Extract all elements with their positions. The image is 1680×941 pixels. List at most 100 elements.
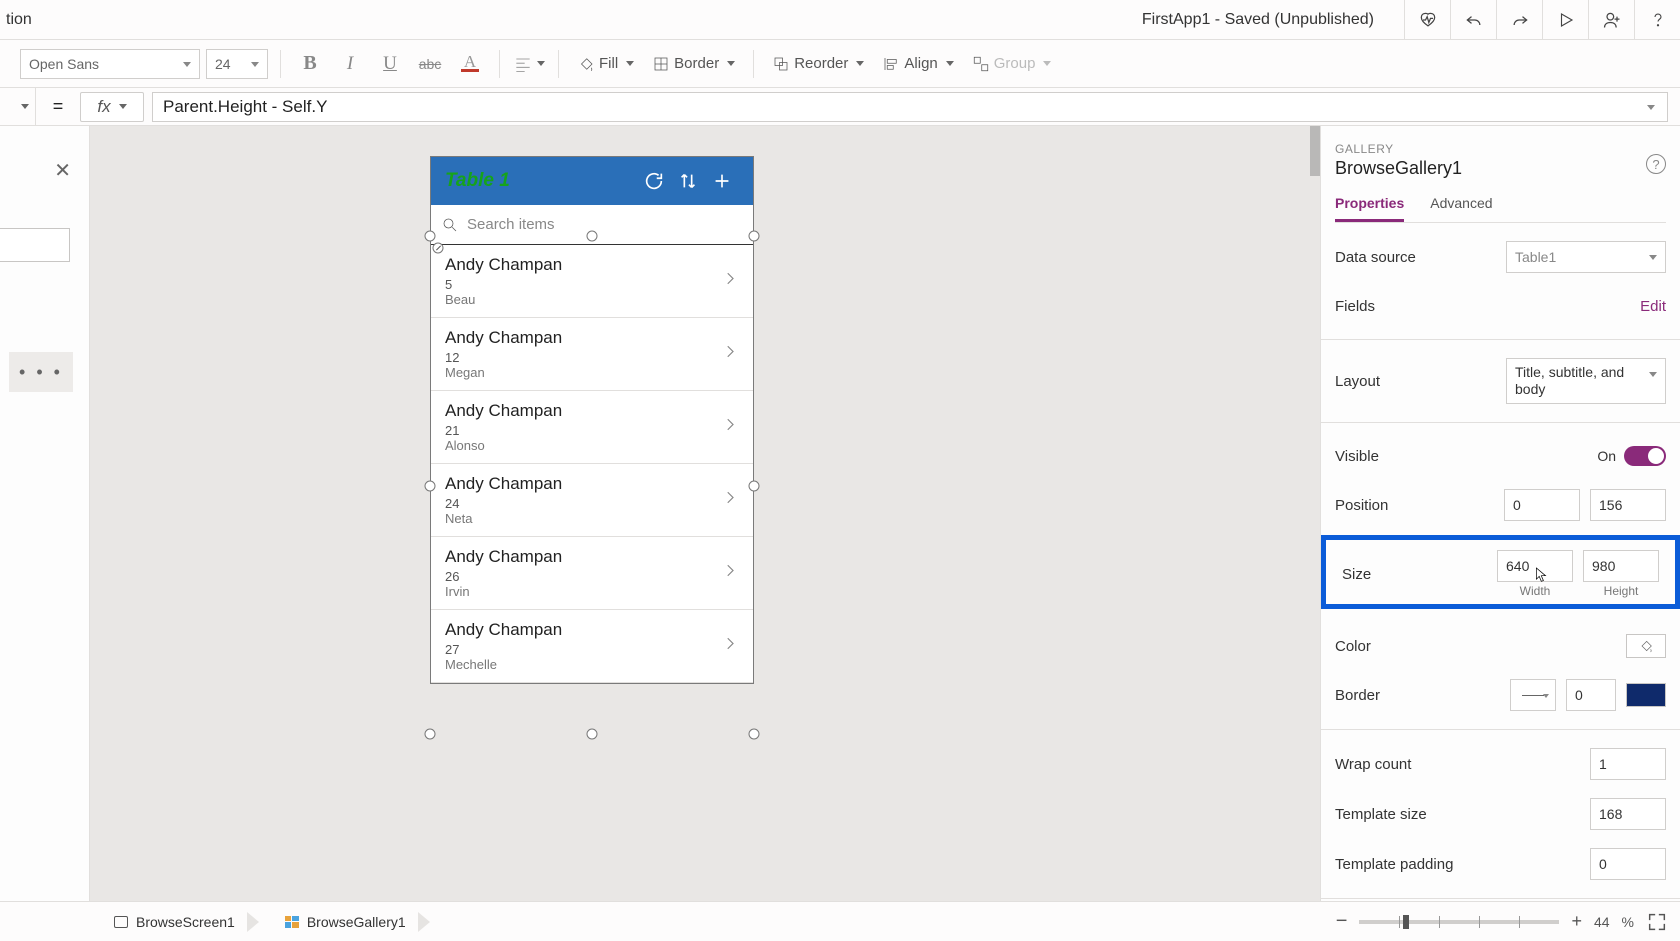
group-dropdown[interactable]: Group (966, 55, 1058, 73)
template-padding-input[interactable] (1590, 848, 1666, 880)
strikethrough-button[interactable]: abc (413, 47, 447, 81)
position-x-input[interactable] (1504, 489, 1580, 521)
list-item-body: Mechelle (445, 657, 739, 672)
help-icon[interactable] (1634, 0, 1680, 40)
data-source-value: Table1 (1515, 249, 1556, 265)
zoom-slider[interactable] (1359, 920, 1559, 924)
chevron-right-icon[interactable] (721, 635, 739, 658)
add-icon[interactable] (705, 164, 739, 198)
formula-bar: = fx Parent.Height - Self.Y (0, 88, 1680, 126)
formula-input[interactable]: Parent.Height - Self.Y (152, 92, 1668, 122)
equals-label: = (36, 96, 80, 117)
visible-toggle[interactable] (1624, 446, 1666, 466)
list-item-subtitle: 27 (445, 642, 739, 657)
play-icon[interactable] (1542, 0, 1588, 40)
tab-advanced[interactable]: Advanced (1430, 195, 1492, 222)
border-style-select[interactable] (1510, 679, 1556, 711)
reorder-label: Reorder (794, 55, 848, 72)
chevron-right-icon[interactable] (721, 562, 739, 585)
selection-handle[interactable] (425, 231, 436, 242)
redo-icon[interactable] (1496, 0, 1542, 40)
chevron-right-icon[interactable] (721, 270, 739, 293)
selection-handle[interactable] (425, 481, 436, 492)
font-color-button[interactable]: A (453, 47, 487, 81)
font-size-select[interactable]: 24 (206, 49, 268, 79)
more-options-button[interactable]: • • • (9, 352, 73, 392)
list-item[interactable]: Andy Champan12Megan (431, 318, 753, 391)
underline-button[interactable]: U (373, 47, 407, 81)
width-input[interactable] (1497, 550, 1573, 582)
control-category: GALLERY (1335, 142, 1666, 156)
list-item[interactable]: Andy Champan5Beau (431, 245, 753, 318)
position-y-input[interactable] (1590, 489, 1666, 521)
list-item-body: Beau (445, 292, 739, 307)
help-icon[interactable]: ? (1646, 154, 1666, 174)
breadcrumb-screen[interactable]: BrowseScreen1 (100, 908, 249, 936)
color-label: Color (1335, 638, 1626, 655)
wrap-count-input[interactable] (1590, 748, 1666, 780)
border-width-input[interactable] (1566, 679, 1616, 711)
refresh-icon[interactable] (637, 164, 671, 198)
list-item-subtitle: 24 (445, 496, 739, 511)
tree-search-input[interactable] (0, 228, 70, 262)
zoom-unit: % (1622, 914, 1634, 930)
template-padding-label: Template padding (1335, 856, 1590, 873)
chevron-right-icon[interactable] (721, 416, 739, 439)
visible-label: Visible (1335, 448, 1597, 465)
design-canvas[interactable]: Table 1 Search items Andy Champan5BeauAn… (90, 126, 1320, 901)
zoom-in-button[interactable]: + (1571, 911, 1582, 932)
template-size-input[interactable] (1590, 798, 1666, 830)
undo-icon[interactable] (1450, 0, 1496, 40)
selection-handle[interactable] (749, 481, 760, 492)
status-bar: BrowseScreen1 BrowseGallery1 − + 44 % (0, 901, 1680, 941)
font-size-value: 24 (215, 56, 231, 72)
selection-handle[interactable] (749, 729, 760, 740)
fullscreen-icon[interactable] (1646, 911, 1668, 933)
sort-icon[interactable] (671, 164, 705, 198)
close-icon[interactable]: ✕ (54, 158, 71, 183)
chevron-right-icon[interactable] (721, 489, 739, 512)
health-icon[interactable] (1404, 0, 1450, 40)
breadcrumb-control[interactable]: BrowseGallery1 (271, 908, 420, 936)
list-item-title: Andy Champan (445, 401, 739, 421)
bold-button[interactable]: B (293, 47, 327, 81)
fill-dropdown[interactable]: Fill (571, 55, 640, 73)
edit-fields-link[interactable]: Edit (1640, 298, 1666, 315)
list-item-subtitle: 5 (445, 277, 739, 292)
italic-button[interactable]: I (333, 47, 367, 81)
data-source-select[interactable]: Table1 (1506, 241, 1666, 273)
fx-button[interactable]: fx (80, 92, 144, 122)
text-align-button[interactable] (512, 47, 546, 81)
selection-handle[interactable] (587, 729, 598, 740)
height-input[interactable] (1583, 550, 1659, 582)
selection-handle[interactable] (425, 729, 436, 740)
selection-handle[interactable] (749, 231, 760, 242)
color-swatch[interactable] (1626, 634, 1666, 658)
list-item[interactable]: Andy Champan26Irvin (431, 537, 753, 610)
canvas-scrollbar[interactable] (1310, 126, 1320, 176)
template-size-label: Template size (1335, 806, 1590, 823)
user-icon[interactable] (1588, 0, 1634, 40)
zoom-out-button[interactable]: − (1336, 910, 1348, 933)
list-item-title: Andy Champan (445, 620, 739, 640)
border-color-swatch[interactable] (1626, 683, 1666, 707)
font-family-select[interactable]: Open Sans (20, 49, 200, 79)
selection-edit-handle[interactable] (433, 243, 444, 254)
list-item[interactable]: Andy Champan21Alonso (431, 391, 753, 464)
list-item[interactable]: Andy Champan24Neta (431, 464, 753, 537)
align-dropdown[interactable]: Align (876, 55, 959, 73)
selection-handle[interactable] (587, 231, 598, 242)
tab-properties[interactable]: Properties (1335, 195, 1404, 222)
border-dropdown[interactable]: Border (646, 55, 741, 73)
properties-panel: GALLERY BrowseGallery1 ? Properties Adva… (1320, 126, 1680, 901)
height-sublabel: Height (1583, 584, 1659, 598)
chevron-right-icon[interactable] (721, 343, 739, 366)
list-item-subtitle: 26 (445, 569, 739, 584)
app-header: Table 1 (431, 157, 753, 205)
property-selector[interactable] (0, 88, 36, 126)
font-family-value: Open Sans (29, 56, 99, 72)
layout-select[interactable]: Title, subtitle, and body (1506, 358, 1666, 404)
layout-value: Title, subtitle, and body (1515, 364, 1657, 398)
list-item[interactable]: Andy Champan 27Mechelle (431, 610, 753, 683)
reorder-dropdown[interactable]: Reorder (766, 55, 870, 73)
